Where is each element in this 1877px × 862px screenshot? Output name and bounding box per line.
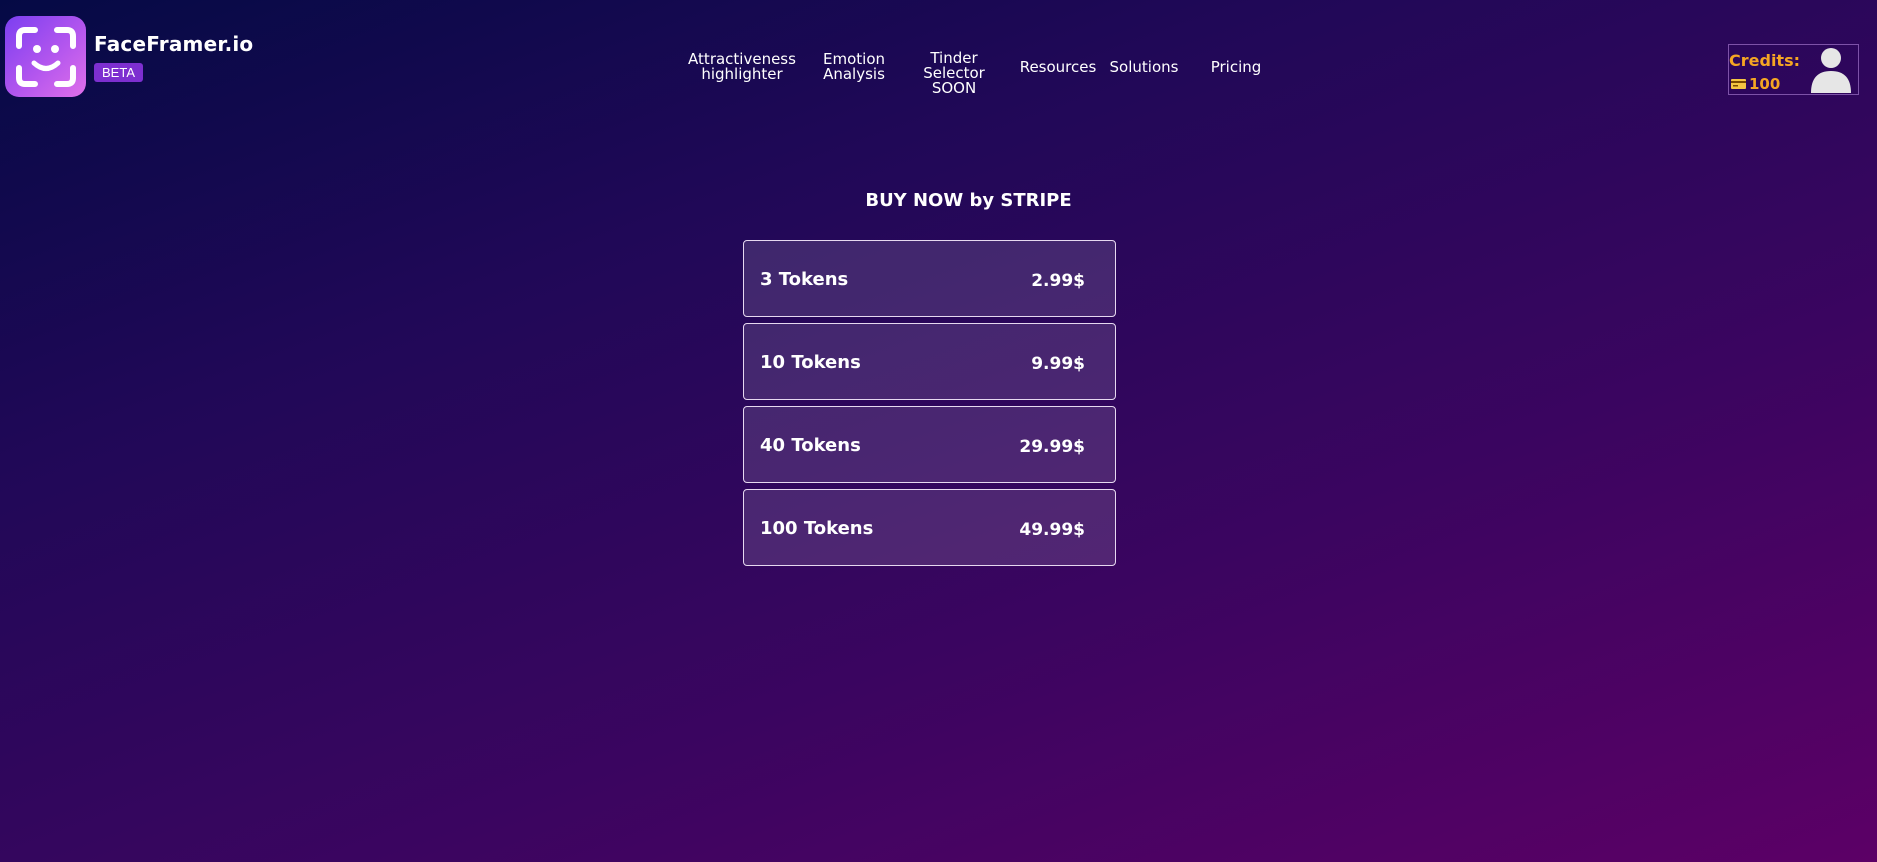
plan-card-10-tokens[interactable]: 10 Tokens 9.99$ [743,323,1116,400]
nav-item-resources[interactable]: Resources [1020,60,1097,75]
nav-item-emotion-analysis[interactable]: Emotion Analysis [823,52,885,82]
nav-item-tinder-selector[interactable]: Tinder Selector SOON [923,51,985,96]
credits-value: 100 [1749,75,1781,93]
buy-now-title: BUY NOW by STRIPE [865,190,1072,211]
nav-label-line: Analysis [823,65,885,83]
nav-label-line: highlighter [701,65,783,83]
nav-label-line: Resources [1019,58,1097,76]
nav-item-pricing[interactable]: Pricing [1211,60,1262,75]
nav-label-soon: SOON [931,79,977,97]
nav-label-line: Pricing [1210,58,1262,76]
user-avatar-icon[interactable] [1809,47,1853,93]
plan-card-3-tokens[interactable]: 3 Tokens 2.99$ [743,240,1116,317]
plan-price: 9.99$ [1031,354,1085,374]
plan-price: 49.99$ [1019,520,1085,540]
nav-label-line: Solutions [1109,58,1179,76]
plan-name: 40 Tokens [760,435,861,456]
credit-card-icon [1731,79,1746,89]
nav-item-attractiveness-highlighter[interactable]: Attractiveness highlighter [688,52,796,82]
credits-value-row: 100 [1731,75,1780,93]
plan-name: 10 Tokens [760,352,861,373]
plan-price: 2.99$ [1031,271,1085,291]
plan-name: 100 Tokens [760,518,874,539]
nav-item-solutions[interactable]: Solutions [1110,60,1179,75]
plan-name: 3 Tokens [760,269,849,290]
credits-panel[interactable]: Credits: 100 [1728,44,1859,95]
main-nav: Attractiveness highlighter Emotion Analy… [0,50,1877,100]
plan-price: 29.99$ [1019,437,1085,457]
credits-label: Credits: [1729,51,1800,70]
plan-list: 3 Tokens 2.99$ 10 Tokens 9.99$ 40 Tokens… [743,240,1116,572]
plan-card-100-tokens[interactable]: 100 Tokens 49.99$ [743,489,1116,566]
plan-card-40-tokens[interactable]: 40 Tokens 29.99$ [743,406,1116,483]
